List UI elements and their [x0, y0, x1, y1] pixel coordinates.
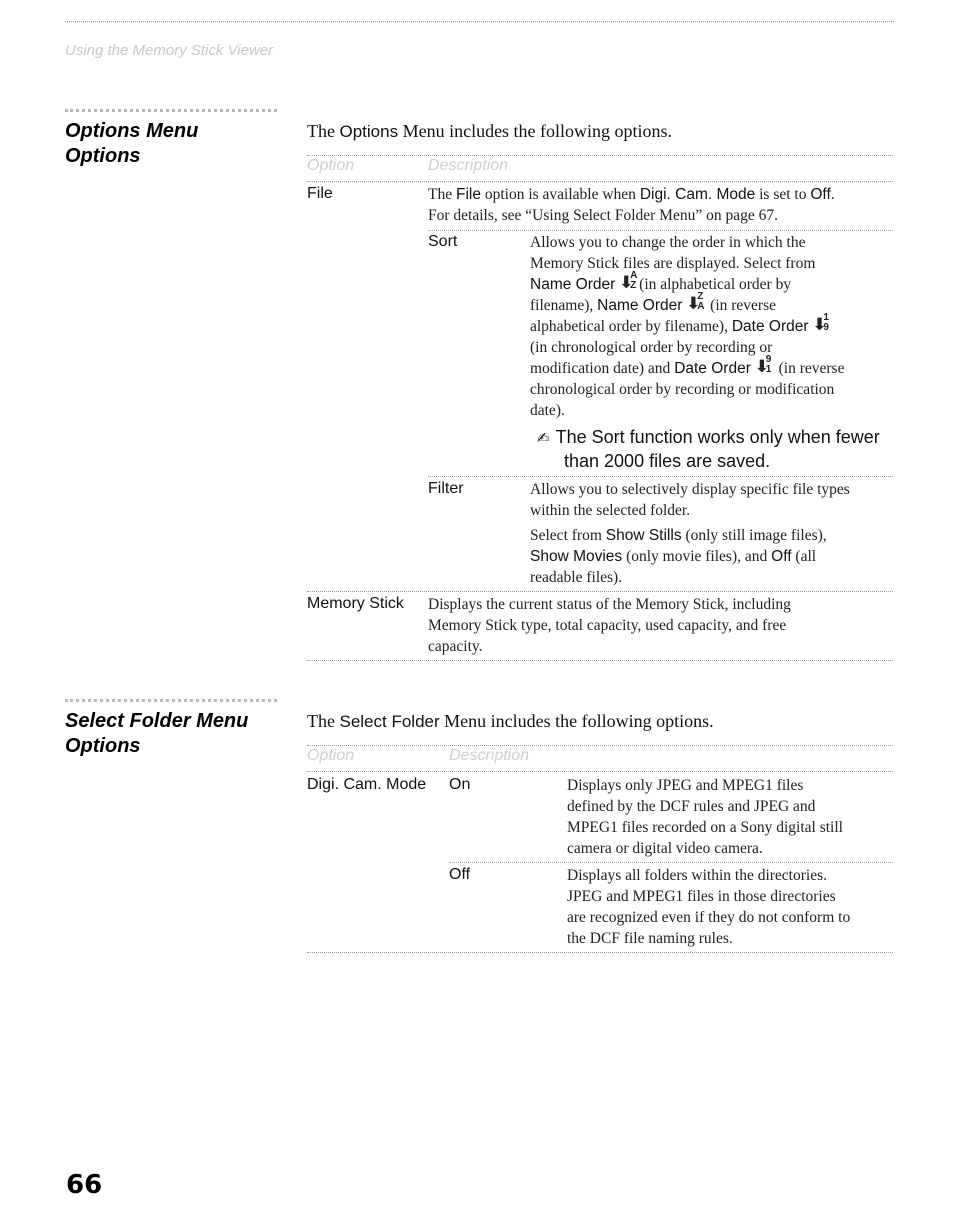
option-file: File [307, 185, 333, 202]
table-rule [307, 181, 893, 182]
column-header-option: Option [307, 157, 355, 174]
section-title-options-menu: Options Menu Options [65, 120, 199, 167]
filter-description: Allows you to selectively display specif… [530, 481, 850, 586]
option-filter: Filter [428, 480, 464, 497]
sort-name-ascending-icon: ⬇ A Z [619, 270, 638, 293]
option-digi-cam-mode: Digi. Cam. Mode [307, 776, 427, 793]
memory-stick-description: Displays the current status of the Memor… [428, 596, 791, 655]
digi-cam-mode-on: On [449, 776, 471, 793]
sort-note: ✍ The Sort function works only when fewer… [537, 427, 880, 471]
option-sort: Sort [428, 233, 458, 250]
table-rule [307, 591, 893, 592]
page-number: 66 [66, 1170, 103, 1200]
table-rule [307, 660, 893, 661]
table-rule [449, 862, 893, 863]
table-rule [428, 476, 893, 477]
table-rule [307, 745, 893, 746]
table-rule [307, 771, 893, 772]
digi-cam-off-description: Displays all folders within the director… [567, 867, 851, 947]
sort-name-descending-icon: ⬇ Z A [686, 291, 705, 314]
column-header-option: Option [307, 747, 355, 764]
digi-cam-mode-off: Off [449, 866, 471, 883]
running-head: Using the Memory Stick Viewer [65, 42, 274, 59]
sort-date-ascending-icon: ⬇ 1 9 [812, 312, 829, 335]
table-rule [428, 230, 893, 231]
note-pencil-icon: ✍ [537, 429, 550, 447]
option-memory-stick: Memory Stick [307, 595, 404, 612]
sort-description: Allows you to change the order in which … [530, 234, 845, 419]
table-rule [307, 952, 893, 953]
header-rule [65, 21, 894, 22]
options-menu-intro: The Options Menu includes the following … [307, 121, 673, 141]
column-header-description: Description [428, 157, 509, 174]
section-rule [65, 699, 277, 702]
table-rule [307, 155, 893, 156]
section-rule [65, 109, 277, 112]
column-header-description: Description [449, 747, 530, 764]
digi-cam-on-description: Displays only JPEG and MPEG1 files defin… [567, 777, 843, 857]
sort-date-descending-icon: ⬇ 9 1 [754, 354, 772, 377]
select-folder-intro: The Select Folder Menu includes the foll… [307, 711, 714, 731]
section-title-select-folder-menu: Select Folder Menu Options [65, 710, 249, 757]
file-description: The File option is available when Digi. … [428, 186, 835, 224]
